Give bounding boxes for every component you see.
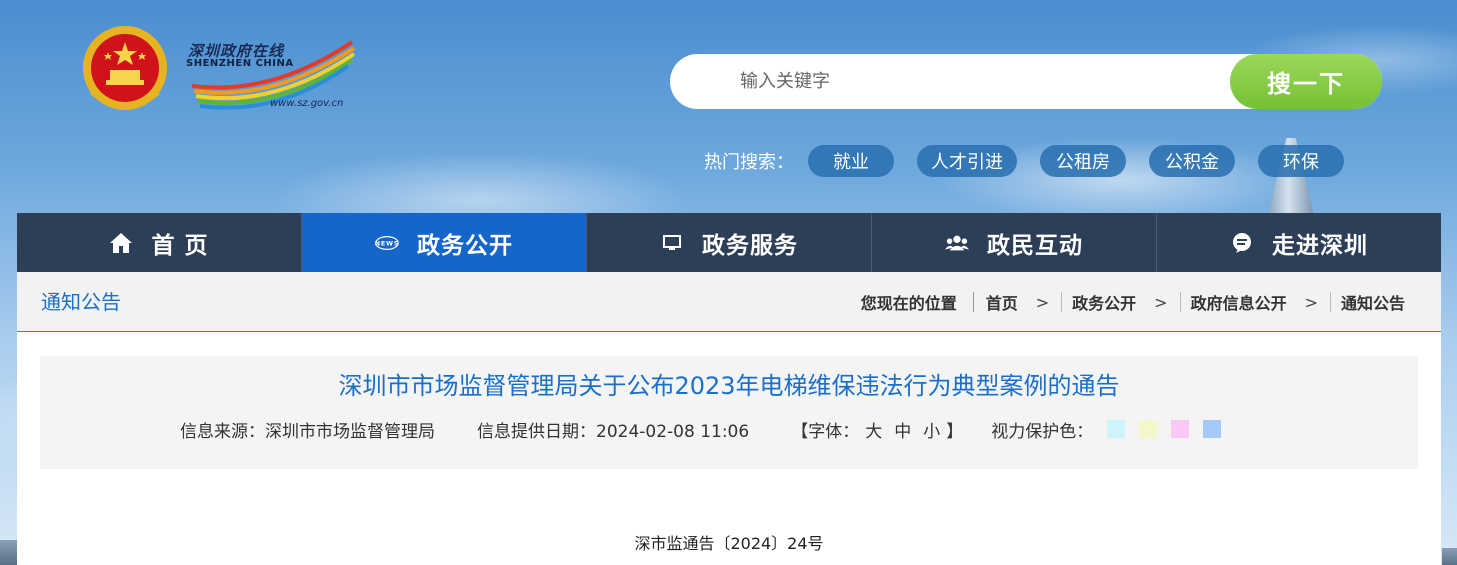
hot-tag-public-rental[interactable]: 公租房 <box>1040 145 1126 177</box>
nav-item-label: 首 页 <box>151 232 209 259</box>
hot-tag-jobs[interactable]: 就业 <box>808 145 894 177</box>
hot-search-bar: 热门搜索： 就业 人才引进 公租房 公积金 环保 <box>704 145 1367 177</box>
article-header: 深圳市市场监督管理局关于公布2023年电梯维保违法行为典型案例的通告 信息来源：… <box>40 356 1418 469</box>
eye-protect-label: 视力保护色： <box>991 421 1094 442</box>
people-icon <box>945 231 969 255</box>
hot-tag-talent[interactable]: 人才引进 <box>917 145 1017 177</box>
breadcrumb: 您现在的位置 首页 > 政务公开 > 政府信息公开 > 通知公告 <box>861 272 1405 332</box>
search-input[interactable] <box>740 54 1220 109</box>
eye-color-yellow-swatch[interactable] <box>1139 420 1158 438</box>
nav-item-gov-affairs[interactable]: NEWS 政务公开 <box>302 213 587 272</box>
font-size-large-button[interactable]: 大 <box>865 417 882 442</box>
nav-item-label: 政民互动 <box>987 232 1083 259</box>
svg-text:NEWS: NEWS <box>375 239 399 247</box>
eye-color-cyan-swatch[interactable] <box>1107 420 1126 438</box>
breadcrumb-arrow: > <box>1304 292 1318 312</box>
location-label: 您现在的位置 <box>860 294 957 313</box>
nav-item-about-shenzhen[interactable]: 走进深圳 <box>1157 213 1441 272</box>
nav-item-interaction[interactable]: 政民互动 <box>872 213 1157 272</box>
home-icon <box>109 231 133 255</box>
search-button[interactable]: 搜一下 <box>1230 54 1382 109</box>
breadcrumb-bar: 通知公告 您现在的位置 首页 > 政务公开 > 政府信息公开 > 通知公告 <box>17 272 1441 332</box>
nav-item-gov-services[interactable]: 政务服务 <box>587 213 872 272</box>
eye-color-pink-swatch[interactable] <box>1171 420 1190 438</box>
breadcrumb-gov-affairs[interactable]: 政务公开 <box>1072 290 1136 314</box>
font-size-medium-button[interactable]: 中 <box>894 417 911 442</box>
hot-search-label: 热门搜索： <box>704 152 794 173</box>
nav-item-label: 走进深圳 <box>1272 232 1368 259</box>
hot-tag-environment[interactable]: 环保 <box>1258 145 1344 177</box>
logo-url-text: www.sz.gov.cn <box>270 98 344 109</box>
font-size-small-button[interactable]: 小 <box>923 417 940 442</box>
building-decoration-right <box>1442 548 1457 565</box>
building-decoration-left <box>0 540 17 565</box>
article-title: 深圳市市场监督管理局关于公布2023年电梯维保违法行为典型案例的通告 <box>338 372 1120 400</box>
news-icon: NEWS <box>375 231 399 255</box>
eye-color-blue-swatch[interactable] <box>1203 420 1222 438</box>
breadcrumb-divider <box>972 292 974 312</box>
document-number: 深市监通告〔2024〕24号 <box>634 534 824 553</box>
nav-item-label: 政务服务 <box>702 232 798 259</box>
national-emblem-icon[interactable] <box>80 24 170 116</box>
shenzhen-gov-logo[interactable]: 深圳政府在线 SHENZHEN CHINA www.sz.gov.cn <box>182 36 360 116</box>
article-meta: 信息来源：深圳市市场监督管理局 信息提供日期：2024-02-08 11:06 … <box>180 414 1222 444</box>
monitor-icon <box>660 231 684 255</box>
main-nav: 首 页 NEWS 政务公开 政务服务 政民互动 走进深圳 <box>17 213 1441 272</box>
search-bar: 搜一下 <box>670 54 1382 109</box>
breadcrumb-divider <box>1329 292 1331 312</box>
article-source: 信息来源：深圳市市场监督管理局 <box>180 421 435 442</box>
breadcrumb-notices[interactable]: 通知公告 <box>1341 290 1405 314</box>
content-panel: 通知公告 您现在的位置 首页 > 政务公开 > 政府信息公开 > 通知公告 深圳… <box>17 272 1441 565</box>
breadcrumb-arrow: > <box>1035 292 1050 312</box>
breadcrumb-divider <box>1179 292 1181 312</box>
section-title[interactable]: 通知公告 <box>41 272 121 332</box>
nav-item-home[interactable]: 首 页 <box>17 213 302 272</box>
logo-english-text: SHENZHEN CHINA <box>186 58 294 69</box>
chat-icon <box>1230 231 1254 255</box>
nav-item-label: 政务公开 <box>417 232 513 259</box>
font-size-label-close: 】 <box>946 421 964 442</box>
hot-tag-housing-fund[interactable]: 公积金 <box>1149 145 1235 177</box>
breadcrumb-divider <box>1061 292 1063 312</box>
article-date: 信息提供日期：2024-02-08 11:06 <box>477 421 750 442</box>
breadcrumb-home[interactable]: 首页 <box>986 290 1018 314</box>
breadcrumb-gov-info[interactable]: 政府信息公开 <box>1191 290 1287 314</box>
breadcrumb-arrow: > <box>1154 292 1168 312</box>
font-size-label-open: 【字体： <box>791 421 860 442</box>
